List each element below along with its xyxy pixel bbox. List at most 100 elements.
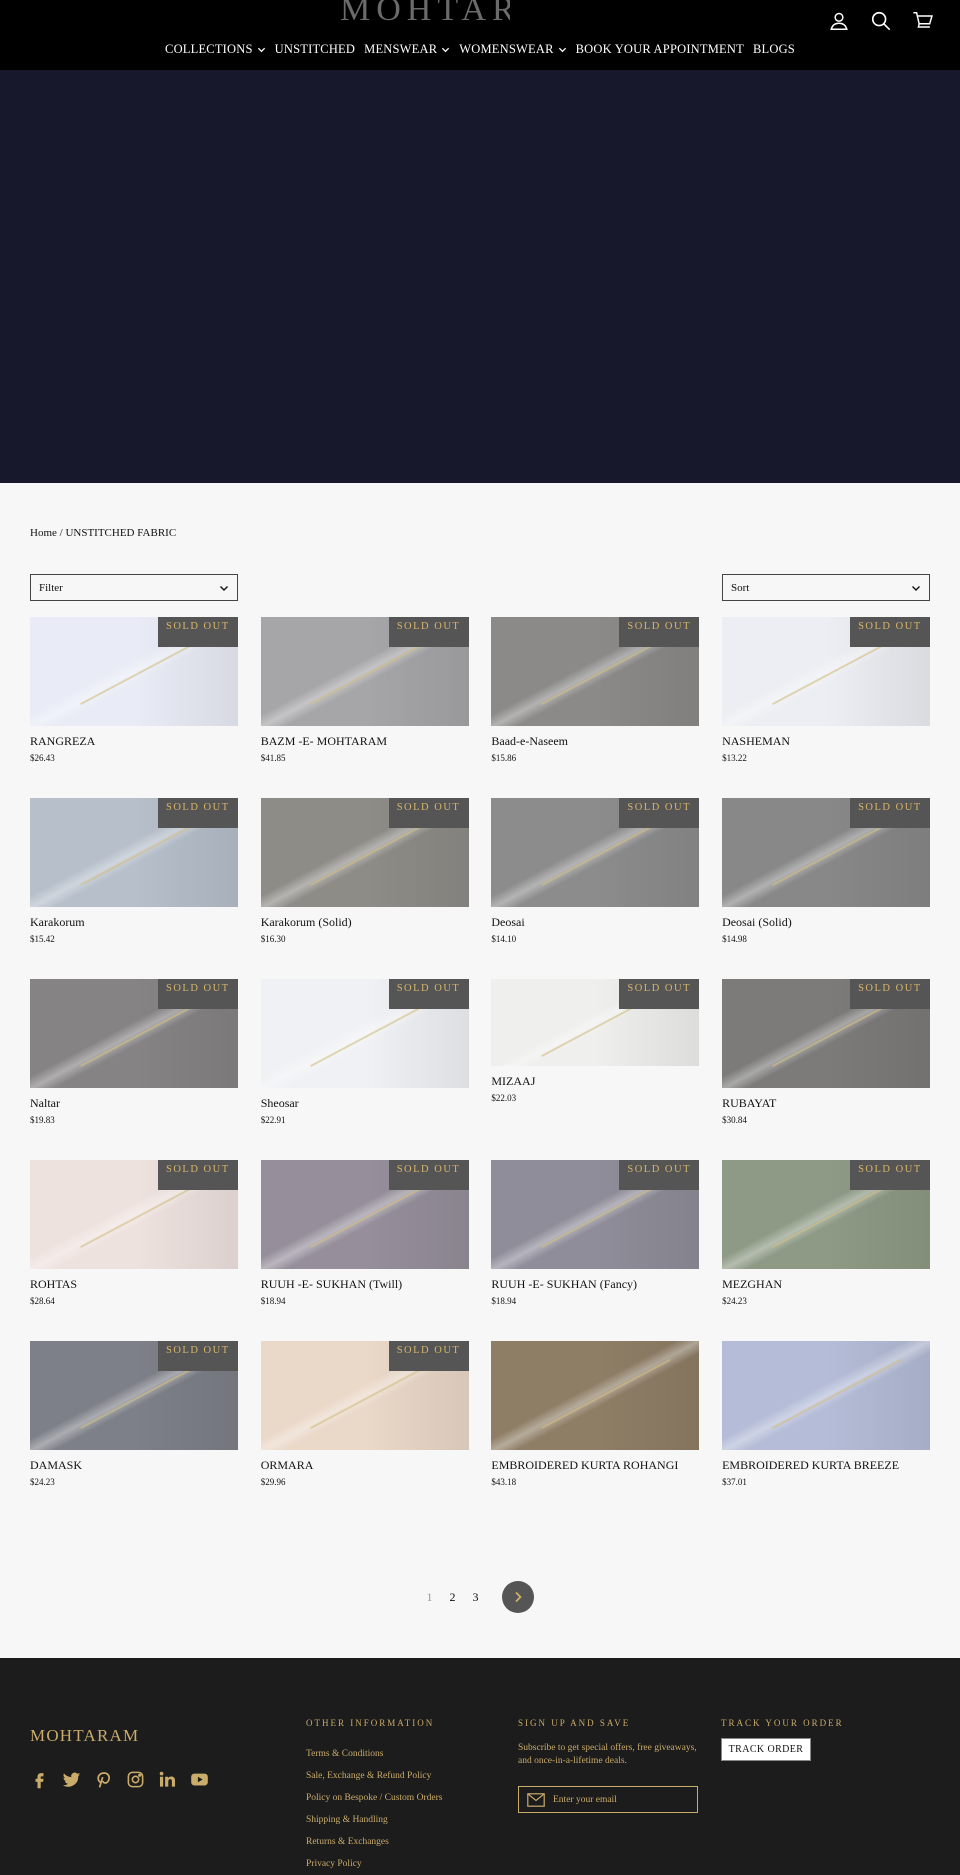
sold-out-badge: SOLD OUT — [619, 979, 700, 1009]
product-image[interactable]: SOLD OUT — [30, 798, 238, 907]
email-input[interactable] — [553, 1794, 683, 1805]
product-image[interactable]: SOLD OUT — [491, 979, 700, 1066]
product-image[interactable] — [491, 1341, 700, 1450]
product-card[interactable]: SOLD OUT RUUH -E- SUKHAN (Twill) $18.94 — [260, 1160, 469, 1341]
product-card[interactable]: SOLD OUT RUUH -E- SUKHAN (Fancy) $18.94 — [491, 1160, 700, 1341]
product-image[interactable]: SOLD OUT — [491, 617, 700, 726]
product-card[interactable]: SOLD OUT Karakorum $15.42 — [30, 798, 238, 979]
nav-item-womenswear[interactable]: WOMENSWEAR — [459, 42, 566, 57]
product-title[interactable]: DAMASK — [30, 1458, 238, 1473]
product-title[interactable]: EMBROIDERED KURTA BREEZE — [722, 1458, 930, 1473]
product-card[interactable]: SOLD OUT NASHEMAN $13.22 — [722, 617, 931, 798]
nav-item-unstitched[interactable]: UNSTITCHED — [275, 42, 355, 57]
product-card[interactable]: SOLD OUT Naltar $19.83 — [30, 979, 238, 1160]
product-image[interactable]: SOLD OUT — [260, 979, 469, 1088]
product-price: $22.91 — [260, 1115, 286, 1125]
product-title[interactable]: Baad-e-Naseem — [491, 734, 699, 749]
product-card[interactable]: SOLD OUT Baad-e-Naseem $15.86 — [491, 617, 700, 798]
facebook-icon[interactable] — [30, 1770, 49, 1789]
product-card[interactable]: SOLD OUT DAMASK $24.23 — [30, 1341, 238, 1522]
nav-item-menswear[interactable]: MENSWEAR — [364, 42, 450, 57]
product-title[interactable]: EMBROIDERED KURTA ROHANGI — [491, 1458, 699, 1473]
product-title[interactable]: ROHTAS — [30, 1277, 238, 1292]
twitter-icon[interactable] — [62, 1770, 81, 1789]
footer-link[interactable]: Policy on Bespoke / Custom Orders — [306, 1787, 442, 1809]
sold-out-badge: SOLD OUT — [388, 979, 469, 1009]
product-image[interactable]: SOLD OUT — [722, 979, 931, 1088]
product-image[interactable]: SOLD OUT — [722, 798, 931, 907]
nav-item-book-your-appointment[interactable]: BOOK YOUR APPOINTMENT — [576, 42, 744, 57]
footer-link[interactable]: Returns & Exchanges — [306, 1831, 442, 1853]
footer-link[interactable]: Sale, Exchange & Refund Policy — [306, 1765, 442, 1787]
product-title[interactable]: Karakorum — [30, 915, 238, 930]
next-page-button[interactable] — [501, 1581, 534, 1613]
product-title[interactable]: Sheosar — [261, 1096, 469, 1111]
site-header: MOHTARAM COLLECTIONS UNSTITCHED MENSWEAR WO… — [0, 0, 960, 70]
breadcrumb-home[interactable]: Home — [30, 527, 57, 539]
site-logo[interactable]: MOHTARAM — [340, 0, 510, 30]
nav-item-collections[interactable]: COLLECTIONS — [165, 42, 266, 57]
product-card[interactable]: EMBROIDERED KURTA ROHANGI $43.18 — [491, 1341, 700, 1522]
track-order-button[interactable]: TRACK ORDER — [721, 1738, 811, 1761]
product-image[interactable]: SOLD OUT — [491, 798, 700, 907]
footer-link[interactable]: Terms & Conditions — [306, 1743, 442, 1765]
product-title[interactable]: Deosai — [491, 915, 699, 930]
product-title[interactable]: RANGREZA — [30, 734, 238, 749]
page-link-3[interactable]: 3 — [473, 1590, 479, 1605]
product-card[interactable]: SOLD OUT Deosai $14.10 — [491, 798, 700, 979]
footer-link[interactable]: Shipping & Handling — [306, 1809, 442, 1831]
product-card[interactable]: SOLD OUT RANGREZA $26.43 — [30, 617, 238, 798]
email-field[interactable] — [518, 1786, 698, 1813]
product-image[interactable]: SOLD OUT — [260, 617, 469, 726]
product-image[interactable]: SOLD OUT — [30, 1160, 238, 1269]
product-card[interactable]: EMBROIDERED KURTA BREEZE $37.01 — [722, 1341, 931, 1522]
product-card[interactable]: SOLD OUT BAZM -E- MOHTARAM $41.85 — [260, 617, 469, 798]
nav-item-blogs[interactable]: BLOGS — [753, 42, 795, 57]
filter-select[interactable]: Filter — [30, 574, 238, 601]
product-title[interactable]: NASHEMAN — [722, 734, 930, 749]
product-title[interactable]: Deosai (Solid) — [722, 915, 930, 930]
linkedin-icon[interactable] — [158, 1770, 177, 1789]
pinterest-icon[interactable] — [94, 1770, 113, 1789]
product-image[interactable]: SOLD OUT — [260, 798, 469, 907]
product-title[interactable]: RUUH -E- SUKHAN (Fancy) — [491, 1277, 699, 1292]
page-link-2[interactable]: 2 — [450, 1590, 456, 1605]
product-price: $14.10 — [491, 934, 517, 944]
product-card[interactable]: SOLD OUT Deosai (Solid) $14.98 — [722, 798, 931, 979]
product-price: $15.42 — [30, 934, 55, 944]
account-icon[interactable] — [828, 10, 850, 32]
product-image[interactable]: SOLD OUT — [260, 1160, 469, 1269]
instagram-icon[interactable] — [126, 1770, 145, 1789]
product-image[interactable]: SOLD OUT — [491, 1160, 700, 1269]
product-title[interactable]: MEZGHAN — [722, 1277, 930, 1292]
product-image[interactable]: SOLD OUT — [30, 1341, 238, 1450]
product-title[interactable]: ORMARA — [261, 1458, 469, 1473]
product-title[interactable]: Karakorum (Solid) — [261, 915, 469, 930]
product-image[interactable]: SOLD OUT — [722, 1160, 931, 1269]
product-title[interactable]: RUUH -E- SUKHAN (Twill) — [261, 1277, 469, 1292]
product-title[interactable]: RUBAYAT — [722, 1096, 930, 1111]
product-title[interactable]: MIZAAJ — [491, 1074, 699, 1089]
cart-icon[interactable] — [912, 10, 934, 32]
search-icon[interactable] — [870, 10, 892, 32]
product-image[interactable]: SOLD OUT — [30, 979, 238, 1088]
product-image[interactable]: SOLD OUT — [30, 617, 238, 726]
youtube-icon[interactable] — [190, 1770, 209, 1789]
nav-item-label: WOMENSWEAR — [459, 42, 554, 56]
product-title[interactable]: BAZM -E- MOHTARAM — [261, 734, 469, 749]
product-card[interactable]: SOLD OUT RUBAYAT $30.84 — [722, 979, 931, 1160]
product-card[interactable]: SOLD OUT MEZGHAN $24.23 — [722, 1160, 931, 1341]
product-card[interactable]: SOLD OUT Sheosar $22.91 — [260, 979, 469, 1160]
product-image[interactable]: SOLD OUT — [260, 1341, 469, 1450]
footer-brand[interactable]: MOHTARAM — [30, 1726, 139, 1746]
product-card[interactable]: SOLD OUT Karakorum (Solid) $16.30 — [260, 798, 469, 979]
product-image[interactable]: SOLD OUT — [722, 617, 931, 726]
product-card[interactable]: SOLD OUT ORMARA $29.96 — [260, 1341, 469, 1522]
product-card[interactable]: SOLD OUT ROHTAS $28.64 — [30, 1160, 238, 1341]
product-card[interactable]: SOLD OUT MIZAAJ $22.03 — [491, 979, 700, 1160]
page-link-1[interactable]: 1 — [427, 1590, 433, 1605]
product-title[interactable]: Naltar — [30, 1096, 238, 1111]
sort-select[interactable]: Sort — [722, 574, 930, 601]
product-image[interactable] — [722, 1341, 931, 1450]
footer-link[interactable]: Privacy Policy — [306, 1853, 442, 1875]
